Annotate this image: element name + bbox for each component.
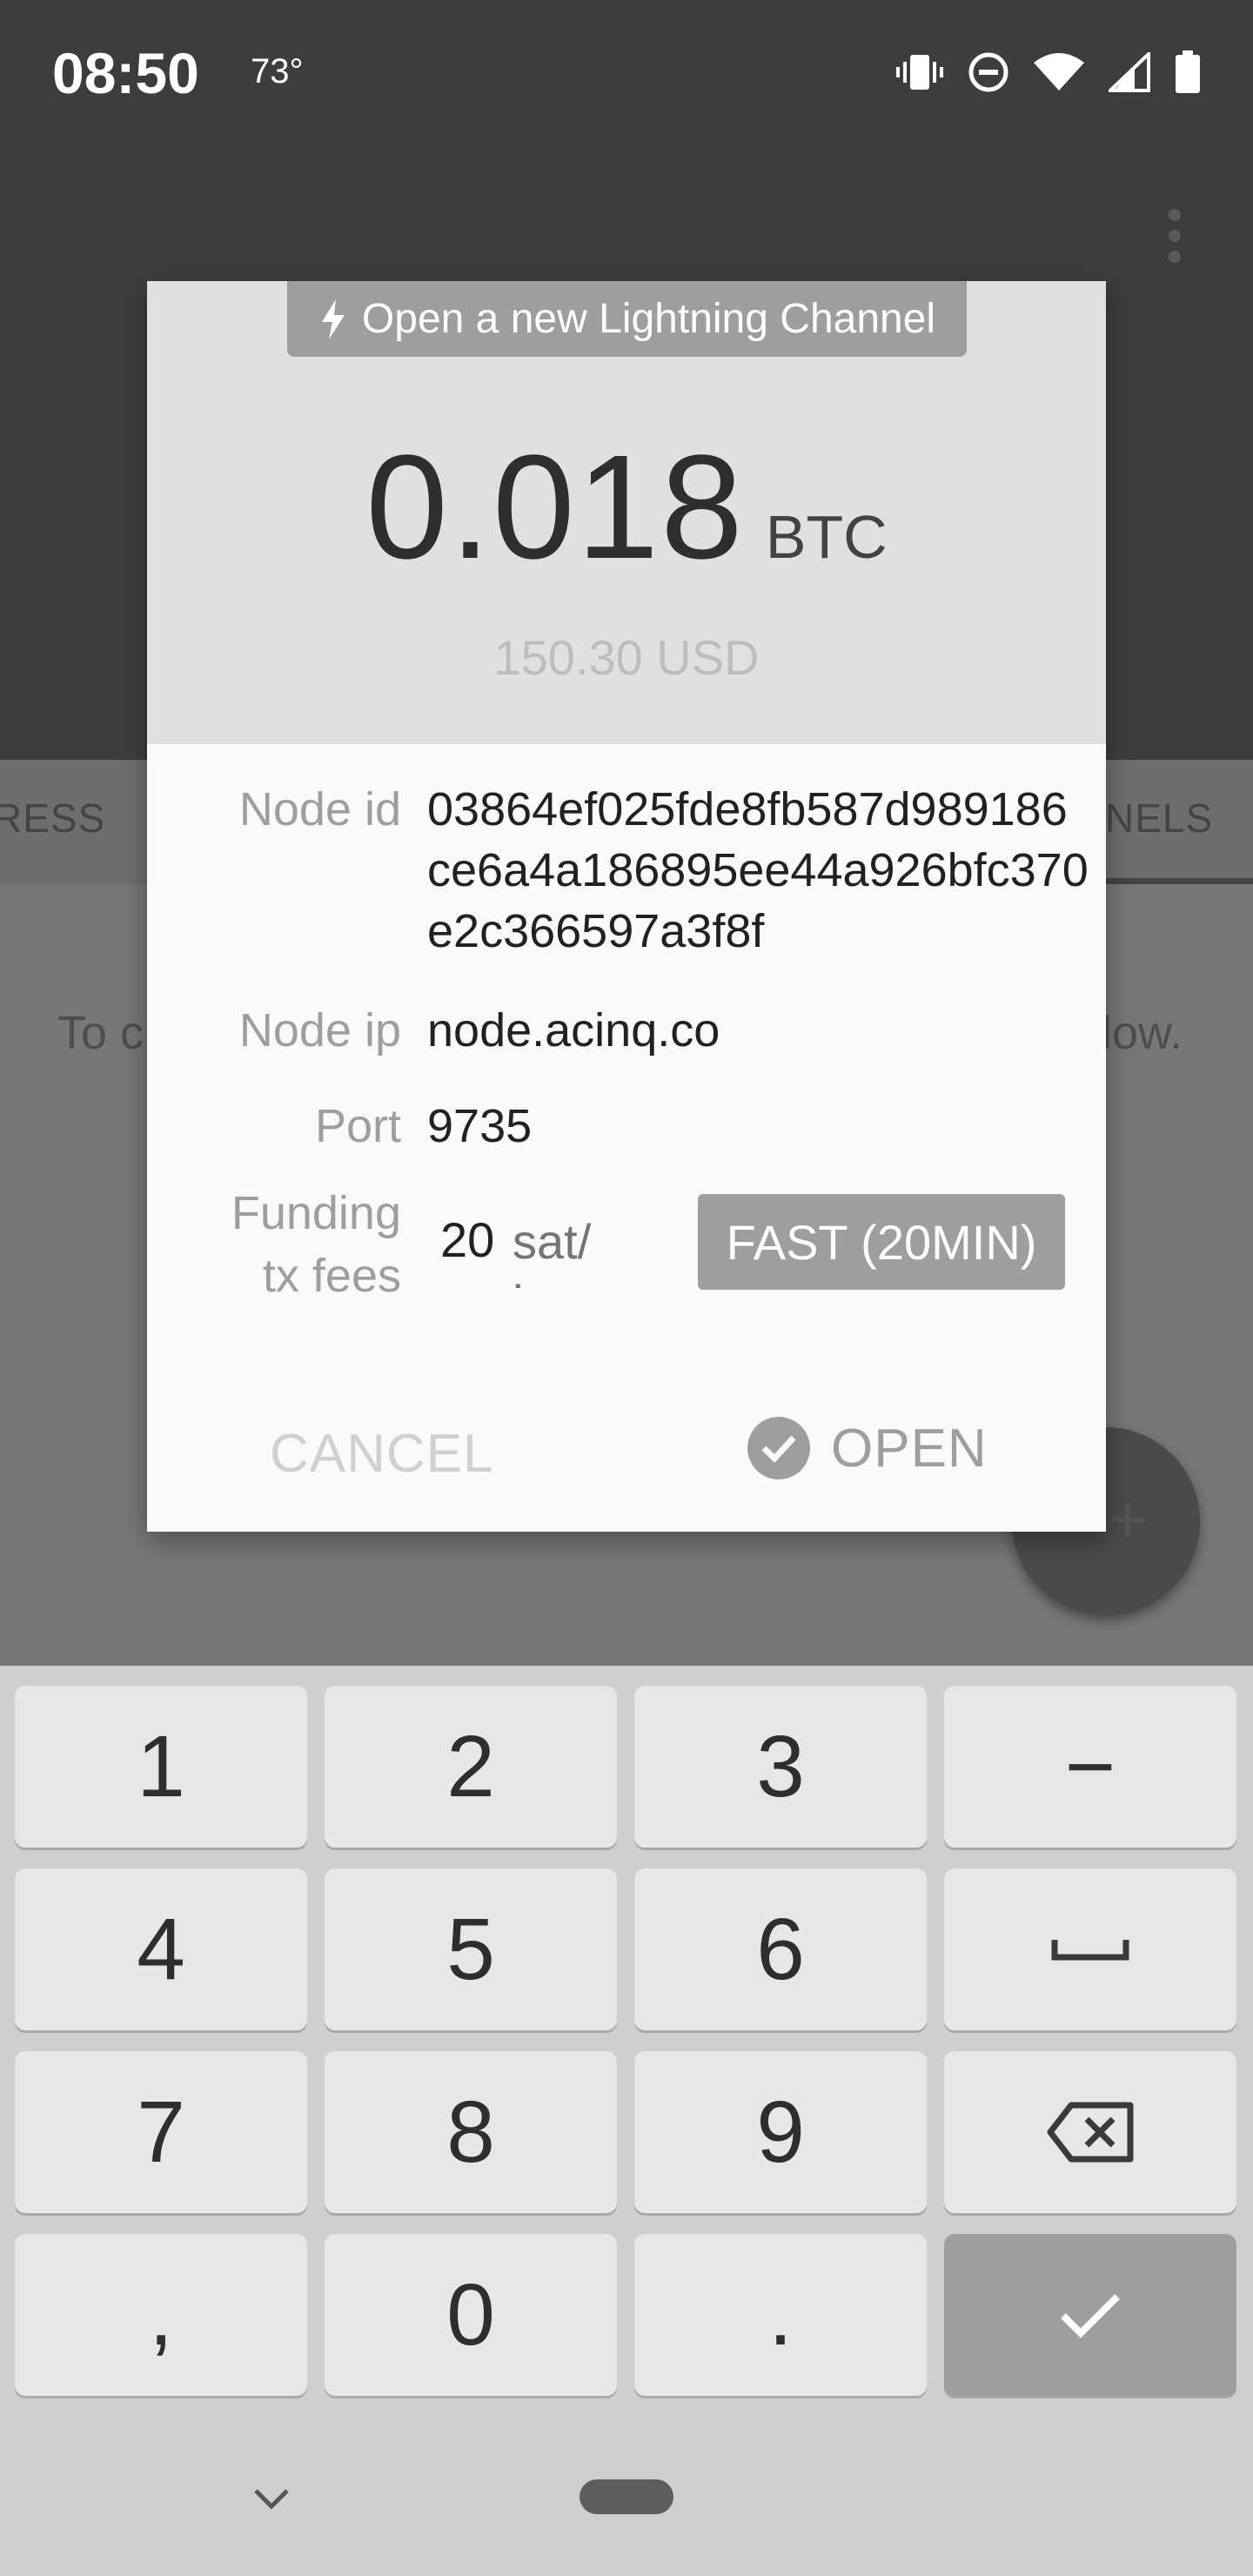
key-done[interactable] xyxy=(944,2234,1236,2396)
plus-icon: + xyxy=(1108,1480,1149,1558)
dialog-header: Open a new Lightning Channel 0.018 BTC 1… xyxy=(147,281,1106,744)
key-6[interactable]: 6 xyxy=(634,1868,927,2030)
amount-unit: BTC xyxy=(765,503,888,571)
tab-address[interactable]: RESS xyxy=(0,795,105,842)
open-button[interactable]: OPEN xyxy=(747,1417,988,1479)
key-0[interactable]: 0 xyxy=(325,2234,617,2396)
key-2[interactable]: 2 xyxy=(325,1686,617,1848)
open-channel-dialog: Open a new Lightning Channel 0.018 BTC 1… xyxy=(147,281,1106,1532)
fee-speed-button[interactable]: FAST (20MIN) xyxy=(698,1194,1065,1290)
key-4[interactable]: 4 xyxy=(15,1868,307,2030)
battery-icon xyxy=(1176,50,1200,93)
backspace-icon xyxy=(1047,2102,1134,2163)
key-comma[interactable]: , xyxy=(15,2234,307,2396)
vibrate-icon xyxy=(896,55,943,90)
open-button-label: OPEN xyxy=(831,1418,988,1479)
key-5[interactable]: 5 xyxy=(325,1868,617,2030)
key-period[interactable]: . xyxy=(634,2234,927,2396)
numeric-keyboard: 1 2 3 − 4 5 6 7 8 9 , 0 . xyxy=(0,1666,1253,2576)
status-icons xyxy=(896,50,1201,94)
port-label: Port xyxy=(314,1100,401,1152)
key-8[interactable]: 8 xyxy=(325,2051,617,2213)
check-circle-icon xyxy=(747,1417,810,1479)
node-ip-label: Node ip xyxy=(238,1004,401,1057)
amount-row: 0.018 BTC xyxy=(147,433,1106,581)
empty-state-text-right: low. xyxy=(1102,1007,1183,1059)
key-1[interactable]: 1 xyxy=(15,1686,307,1848)
fiat-amount: 150.30 USD xyxy=(493,630,760,685)
cell-signal-icon xyxy=(1109,52,1150,92)
node-id-value: 03864ef025fde8fb587d989186ce6a4a186895ee… xyxy=(427,783,1089,957)
dialog-title: Open a new Lightning Channel xyxy=(361,296,936,342)
funding-fees-label: Funding tx fees xyxy=(231,1187,401,1302)
funding-fees-unit: sat/ byte xyxy=(513,1214,605,1288)
empty-state-text-left: To c xyxy=(57,1007,144,1059)
space-icon xyxy=(1051,1940,1129,1961)
overflow-menu-icon[interactable] xyxy=(1166,209,1183,272)
lightning-icon xyxy=(321,299,345,339)
funding-fees-input[interactable]: 20 xyxy=(440,1211,494,1268)
key-backspace[interactable] xyxy=(944,2051,1236,2213)
status-bar: 08:50 73° xyxy=(0,0,1253,152)
key-7[interactable]: 7 xyxy=(15,2051,307,2213)
status-time: 08:50 xyxy=(52,41,199,105)
home-pill[interactable] xyxy=(580,2479,673,2514)
cancel-button[interactable]: CANCEL xyxy=(270,1423,494,1485)
key-minus[interactable]: − xyxy=(944,1686,1236,1848)
status-temperature: 73° xyxy=(251,52,304,91)
chevron-down-icon[interactable] xyxy=(252,2487,291,2512)
tab-indicator xyxy=(1105,878,1253,884)
key-3[interactable]: 3 xyxy=(634,1686,927,1848)
dnd-icon xyxy=(968,52,1008,92)
check-icon xyxy=(1061,2294,1120,2338)
tab-channels[interactable]: NELS xyxy=(1105,795,1213,842)
key-9[interactable]: 9 xyxy=(634,2051,927,2213)
amount-input[interactable]: 0.018 xyxy=(365,433,744,581)
dialog-title-pill: Open a new Lightning Channel xyxy=(287,281,967,357)
node-id-label: Node id xyxy=(238,783,401,835)
port-value: 9735 xyxy=(427,1100,533,1152)
wifi-icon xyxy=(1034,53,1084,91)
key-space[interactable] xyxy=(944,1868,1236,2030)
node-ip-value: node.acinq.co xyxy=(427,1004,720,1057)
